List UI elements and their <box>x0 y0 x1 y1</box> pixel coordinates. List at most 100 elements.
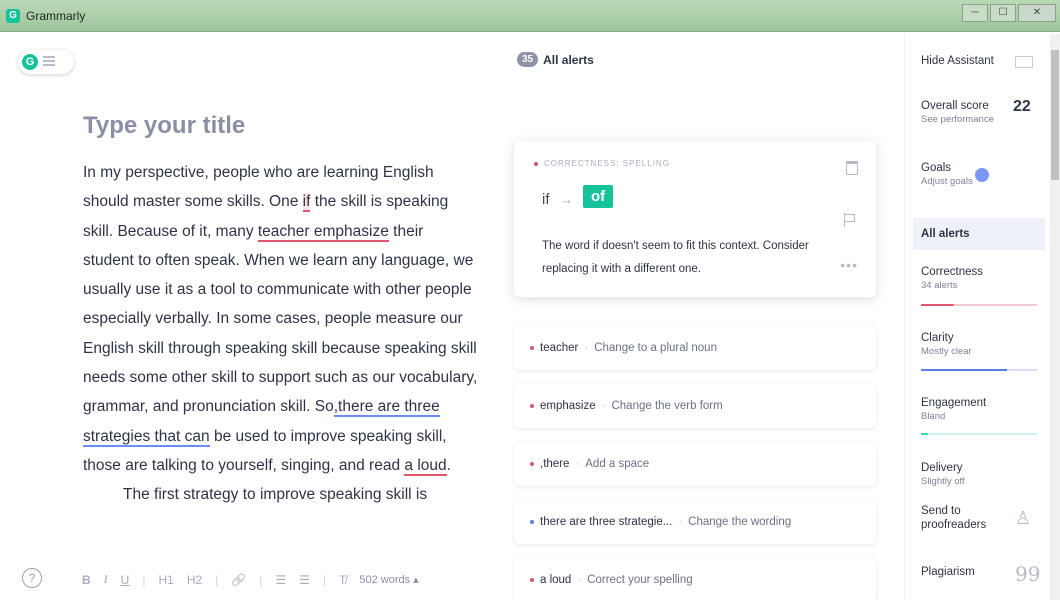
alert-separator: · <box>678 516 683 528</box>
engagement-label: Engagement <box>921 397 987 409</box>
alert-separator: · <box>575 458 580 470</box>
clarity-sub: Mostly clear <box>921 346 972 357</box>
alert-description: Change the wording <box>688 516 792 528</box>
grammarly-app-icon: G <box>6 9 20 23</box>
trash-icon[interactable] <box>846 161 858 175</box>
engagement-bar <box>921 433 1037 435</box>
correctness-dot-icon <box>530 346 534 350</box>
alert-card-teacher[interactable]: teacher · Change to a plural noun <box>514 326 876 370</box>
toolbar-divider: | <box>259 572 263 587</box>
original-word: if <box>542 191 550 208</box>
alert-category-text: CORRECTNESS: SPELLING <box>544 159 670 168</box>
paragraph-1: In my perspective, people who are learni… <box>83 158 478 480</box>
underline-button[interactable]: U <box>121 573 130 587</box>
link-icon[interactable]: 🔗 <box>231 573 246 587</box>
maximize-button[interactable]: ☐ <box>990 4 1016 22</box>
alerts-count-badge: 35 <box>517 52 539 67</box>
document-title[interactable]: Type your title <box>83 112 245 140</box>
alert-word: emphasize <box>540 400 596 412</box>
document-editor[interactable]: In my perspective, people who are learni… <box>83 158 478 510</box>
clarity-label: Clarity <box>921 332 954 344</box>
sidebar-item-all-alerts[interactable]: All alerts <box>913 218 1045 250</box>
goals-label: Goals <box>921 162 952 174</box>
panel-icon[interactable] <box>1015 56 1033 68</box>
proofreader-icon[interactable]: ♙ <box>1015 508 1031 529</box>
overall-score-label: Overall score <box>921 100 989 112</box>
sidebar-item-correctness[interactable]: Correctness 34 alerts <box>921 266 983 291</box>
hamburger-icon <box>43 56 55 68</box>
correctness-dot-icon <box>534 161 538 166</box>
sidebar-item-engagement[interactable]: Engagement Bland <box>921 397 986 422</box>
text-run: their student to often speak. When we le… <box>83 222 478 416</box>
engagement-sub: Bland <box>921 411 946 422</box>
ordered-list-icon[interactable]: ☰ <box>275 573 286 587</box>
see-performance-link[interactable]: See performance <box>921 114 994 125</box>
more-options-icon[interactable]: ••• <box>840 257 858 273</box>
error-highlight-a-loud[interactable]: a loud <box>404 456 447 476</box>
cursor-indicator-icon <box>975 168 989 182</box>
alerts-header: 35 All alerts <box>517 52 594 67</box>
unordered-list-icon[interactable]: ☰ <box>299 573 310 587</box>
correctness-label: Correctness <box>921 266 983 278</box>
score-value: 22 <box>1013 98 1031 115</box>
goals-button[interactable]: Goals Adjust goals <box>921 162 973 187</box>
heading2-button[interactable]: H2 <box>187 573 202 587</box>
expanded-alert-card[interactable]: CORRECTNESS: SPELLING if → of The word i… <box>514 141 876 297</box>
window-title: Grammarly <box>26 9 86 23</box>
toolbar-divider: | <box>215 572 219 587</box>
heading1-button[interactable]: H1 <box>158 573 173 587</box>
word-count[interactable]: 502 words ▴ <box>359 573 418 586</box>
alert-card-three-strategies[interactable]: there are three strategie... · Change th… <box>514 500 876 544</box>
clear-format-icon[interactable]: T̸ <box>339 573 346 587</box>
scrollbar-thumb[interactable] <box>1051 50 1059 180</box>
alerts-title: All alerts <box>543 52 594 67</box>
alert-separator: · <box>601 400 606 412</box>
quote-icon[interactable]: 99 <box>1015 562 1040 586</box>
hide-assistant-button[interactable]: Hide Assistant <box>921 55 994 67</box>
alert-description: Add a space <box>585 458 650 470</box>
replacement-suggestion-button[interactable]: of <box>583 185 614 208</box>
toolbar-divider: | <box>142 572 146 587</box>
minimize-button[interactable]: ─ <box>962 4 988 22</box>
alert-word: a loud <box>540 574 572 586</box>
error-highlight-teacher-emphasize[interactable]: teacher emphasize <box>257 222 389 242</box>
correctness-dot-icon <box>530 462 534 466</box>
alert-card-there[interactable]: ,there · Add a space <box>514 442 876 486</box>
send-to-proofreaders-button[interactable]: Send to proofreaders <box>921 504 1011 532</box>
clarity-dot-icon <box>530 520 534 524</box>
clarity-bar <box>921 369 1037 371</box>
window-titlebar: G Grammarly ─ ☐ ✕ <box>0 0 1060 32</box>
alert-word: ,there <box>540 458 570 470</box>
paragraph-2: The first strategy to improve speaking s… <box>123 486 428 504</box>
alert-explanation: The word if doesn't seem to fit this con… <box>542 240 809 275</box>
bold-button[interactable]: B <box>82 573 91 587</box>
close-button[interactable]: ✕ <box>1018 4 1056 22</box>
alert-word: there are three strategie... <box>540 516 673 528</box>
help-icon[interactable]: ? <box>22 568 42 588</box>
correctness-dot-icon <box>530 578 534 582</box>
alert-description: Correct your spelling <box>587 574 693 586</box>
alert-word: teacher <box>540 342 579 354</box>
alert-description: Change the verb form <box>611 400 723 412</box>
grammarly-menu-toggle[interactable]: G <box>18 50 74 74</box>
all-alerts-label: All alerts <box>921 228 970 240</box>
arrow-right-icon: → <box>560 192 573 207</box>
sidebar-item-clarity[interactable]: Clarity Mostly clear <box>921 332 972 357</box>
formatting-toolbar: B I U | H1 H2 | 🔗 | ☰ ☰ | T̸ 502 words ▴ <box>82 572 432 587</box>
alert-card-emphasize[interactable]: emphasize · Change the verb form <box>514 384 876 428</box>
sidebar-item-delivery[interactable]: Delivery Slightly off <box>921 462 965 487</box>
italic-button[interactable]: I <box>104 572 108 587</box>
plagiarism-button[interactable]: Plagiarism <box>921 566 975 578</box>
alert-card-a-loud[interactable]: a loud · Correct your spelling <box>514 558 876 600</box>
grammarly-logo-icon: G <box>22 54 38 70</box>
adjust-goals-link[interactable]: Adjust goals <box>921 176 973 187</box>
text-run: . <box>446 456 451 474</box>
alert-description: Change to a plural noun <box>594 342 717 354</box>
delivery-sub: Slightly off <box>921 476 965 487</box>
overall-score[interactable]: Overall score See performance <box>921 100 994 125</box>
correctness-bar <box>921 304 1037 306</box>
assistant-sidebar: Hide Assistant Overall score See perform… <box>904 34 1050 600</box>
alert-category: CORRECTNESS: SPELLING <box>534 159 670 168</box>
delivery-label: Delivery <box>921 462 963 474</box>
flag-icon[interactable] <box>844 213 855 227</box>
